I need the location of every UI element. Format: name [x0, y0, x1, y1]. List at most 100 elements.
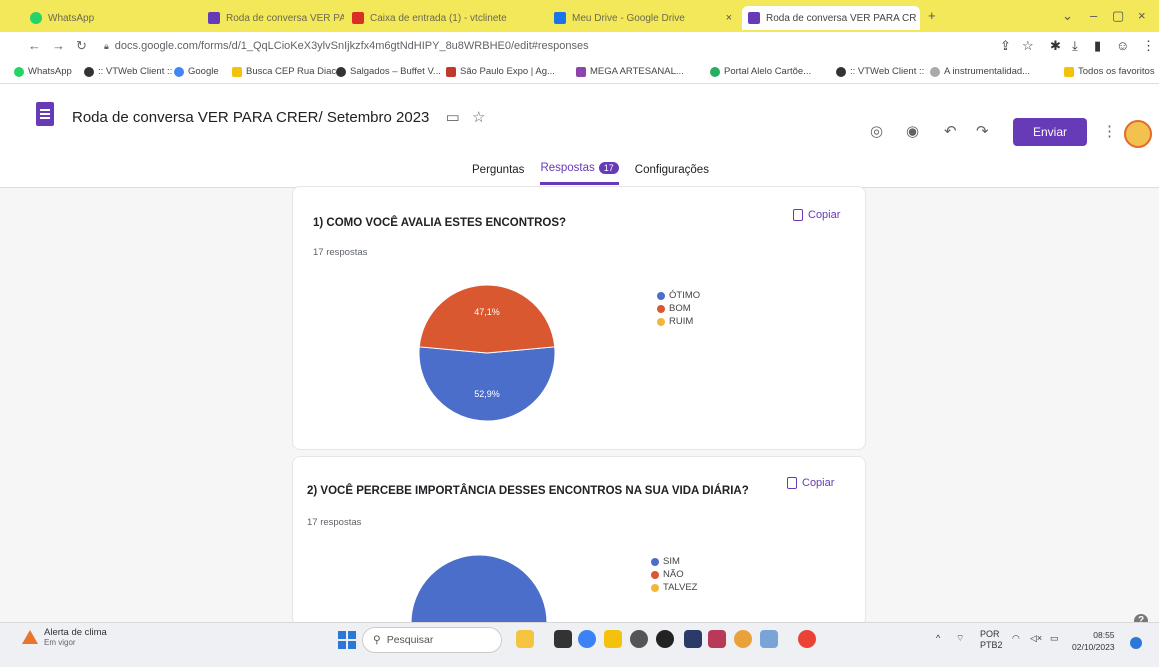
sidepanel-icon[interactable]: ▮	[1094, 38, 1101, 54]
palette-icon[interactable]: ◎	[870, 122, 883, 140]
volume-icon[interactable]: ◁×	[1030, 633, 1042, 644]
reload-icon[interactable]: ↻	[76, 38, 87, 54]
browser-tab-active[interactable]: Roda de conversa VER PARA CR ×	[742, 6, 920, 30]
start-button[interactable]	[338, 631, 356, 649]
new-tab-icon[interactable]: +	[928, 8, 936, 23]
more-options-icon[interactable]: ⋮	[1102, 122, 1117, 140]
tab-title: Roda de conversa VER PARA CR	[226, 12, 344, 24]
browser-tab[interactable]: Roda de conversa VER PARA CR	[202, 6, 344, 30]
warning-icon	[22, 630, 38, 644]
battery-icon[interactable]: ▭	[1050, 633, 1059, 644]
copilot-icon[interactable]	[798, 630, 816, 648]
chat-icon[interactable]	[578, 630, 596, 648]
extensions-icon[interactable]: ✱	[1050, 38, 1061, 54]
response-count: 17 respostas	[307, 517, 362, 528]
site-icon	[446, 66, 456, 77]
profile-icon[interactable]: ☺	[1116, 38, 1129, 53]
close-window-icon[interactable]: ×	[1138, 8, 1146, 23]
close-icon[interactable]: ×	[726, 12, 732, 24]
star-icon[interactable]: ☆	[472, 109, 485, 126]
bookmark[interactable]: :: VTWeb Client ::	[836, 66, 924, 77]
copy-chart-button[interactable]: Copiar	[787, 477, 834, 489]
url-field[interactable]: 🔒︎ docs.google.com/forms/d/1_QqLCioKeX3y…	[104, 36, 1004, 56]
store-icon[interactable]	[684, 630, 702, 648]
bookmark[interactable]: Busca CEP Rua Diac...	[232, 66, 344, 77]
browser-tab[interactable]: Caixa de entrada (1) - vtclinete	[346, 6, 536, 30]
undo-icon[interactable]: ↶	[944, 122, 957, 140]
tab-settings[interactable]: Configurações	[635, 162, 709, 185]
forms-icon	[748, 12, 760, 24]
notification-icon[interactable]	[1130, 637, 1142, 649]
bookmark[interactable]: MEGA ARTESANAL...	[576, 66, 684, 77]
widgets-icon[interactable]	[516, 630, 534, 648]
pie-slice-ótimo[interactable]	[418, 346, 556, 422]
file-explorer-icon[interactable]	[604, 630, 622, 648]
tab-title: WhatsApp	[48, 12, 95, 24]
dell-icon[interactable]	[656, 630, 674, 648]
avatar[interactable]	[1124, 120, 1152, 148]
bookmark-label: MEGA ARTESANAL...	[590, 66, 684, 77]
system-clock[interactable]: 08:55 02/10/2023	[1072, 629, 1115, 653]
copy-icon	[787, 477, 797, 489]
pie-slice-bom[interactable]	[418, 284, 556, 354]
forward-icon[interactable]: →	[52, 38, 65, 53]
bookmark-label: Todos os favoritos	[1078, 66, 1155, 77]
lang-code: POR	[980, 629, 1000, 639]
file-icon[interactable]	[554, 630, 572, 648]
redo-icon[interactable]: ↷	[976, 122, 989, 140]
question-card: 2) VOCÊ PERCEBE IMPORTÂNCIA DESSES ENCON…	[292, 456, 866, 626]
bookmark[interactable]: A instrumentalidad...	[930, 66, 1030, 77]
bookmark[interactable]: Google	[174, 66, 219, 77]
taskbar-search[interactable]: ⚲ Pesquisar	[362, 627, 502, 653]
minimize-icon[interactable]: –	[1090, 8, 1097, 23]
menu-icon[interactable]: ⋮	[1142, 38, 1155, 54]
legend-item: RUIM	[657, 315, 700, 328]
form-title[interactable]: Roda de conversa VER PARA CRER/ Setembro…	[72, 108, 485, 126]
pie-slice-sim[interactable]	[410, 554, 548, 626]
browser-tab[interactable]: Meu Drive - Google Drive ×	[548, 6, 738, 30]
legend-item: SIM	[651, 555, 698, 568]
back-icon[interactable]: ←	[28, 38, 41, 53]
app-icon[interactable]	[760, 630, 778, 648]
legend-swatch	[651, 583, 659, 592]
bookmark[interactable]: São Paulo Expo | Ag...	[446, 66, 555, 77]
all-bookmarks[interactable]: Todos os favoritos	[1064, 66, 1155, 77]
bookmark-label: :: VTWeb Client ::	[98, 66, 173, 77]
bookmark[interactable]: WhatsApp	[14, 66, 72, 77]
download-icon[interactable]: ⤓	[1072, 38, 1078, 54]
chevron-up-icon[interactable]: ^	[936, 633, 940, 643]
star-icon[interactable]: ☆	[1022, 38, 1034, 54]
wifi-icon[interactable]: ◠	[1012, 633, 1020, 644]
share-icon[interactable]: ⇪	[1000, 38, 1011, 54]
bookmark[interactable]: Salgados – Buffet V...	[336, 66, 441, 77]
forms-logo-icon[interactable]	[36, 102, 54, 126]
media-icon[interactable]	[630, 630, 648, 648]
chrome-icon[interactable]	[734, 630, 752, 648]
legend-swatch	[657, 291, 665, 300]
legend-item: TALVEZ	[651, 581, 698, 594]
page-icon	[930, 66, 940, 77]
bookmark[interactable]: :: VTWeb Client ::	[84, 66, 172, 77]
globe-icon	[84, 66, 94, 77]
network-icon[interactable]: ⌔	[956, 633, 964, 644]
maximize-icon[interactable]: ▢	[1112, 8, 1124, 24]
send-button[interactable]: Enviar	[1013, 118, 1087, 146]
url-text: docs.google.com/forms/d/1_QqLCioKeX3ylvS…	[114, 40, 589, 52]
chart-legend: ÓTIMO BOM RUIM	[657, 289, 700, 328]
legend-label: ÓTIMO	[669, 290, 701, 301]
weather-widget[interactable]: Alerta de clima Em vigor	[22, 627, 107, 647]
legend-item: ÓTIMO	[657, 289, 700, 302]
preview-eye-icon[interactable]: ◉	[906, 122, 919, 140]
language-indicator[interactable]: POR PTB2	[980, 629, 1003, 651]
copy-chart-button[interactable]: Copiar	[793, 209, 840, 221]
chevron-down-icon[interactable]: ⌄	[1062, 8, 1073, 24]
legend-label: NÃO	[663, 569, 684, 580]
mcafee-icon[interactable]	[708, 630, 726, 648]
browser-tab[interactable]: WhatsApp ×	[24, 6, 224, 30]
tab-questions[interactable]: Perguntas	[472, 162, 524, 185]
tab-responses[interactable]: Respostas 17	[540, 162, 619, 185]
question-title: 1) COMO VOCÊ AVALIA ESTES ENCONTROS?	[313, 217, 567, 229]
bookmark[interactable]: Portal Alelo Cartõe...	[710, 66, 811, 77]
folder-icon[interactable]: ▭	[446, 109, 460, 126]
legend-item: BOM	[657, 302, 700, 315]
